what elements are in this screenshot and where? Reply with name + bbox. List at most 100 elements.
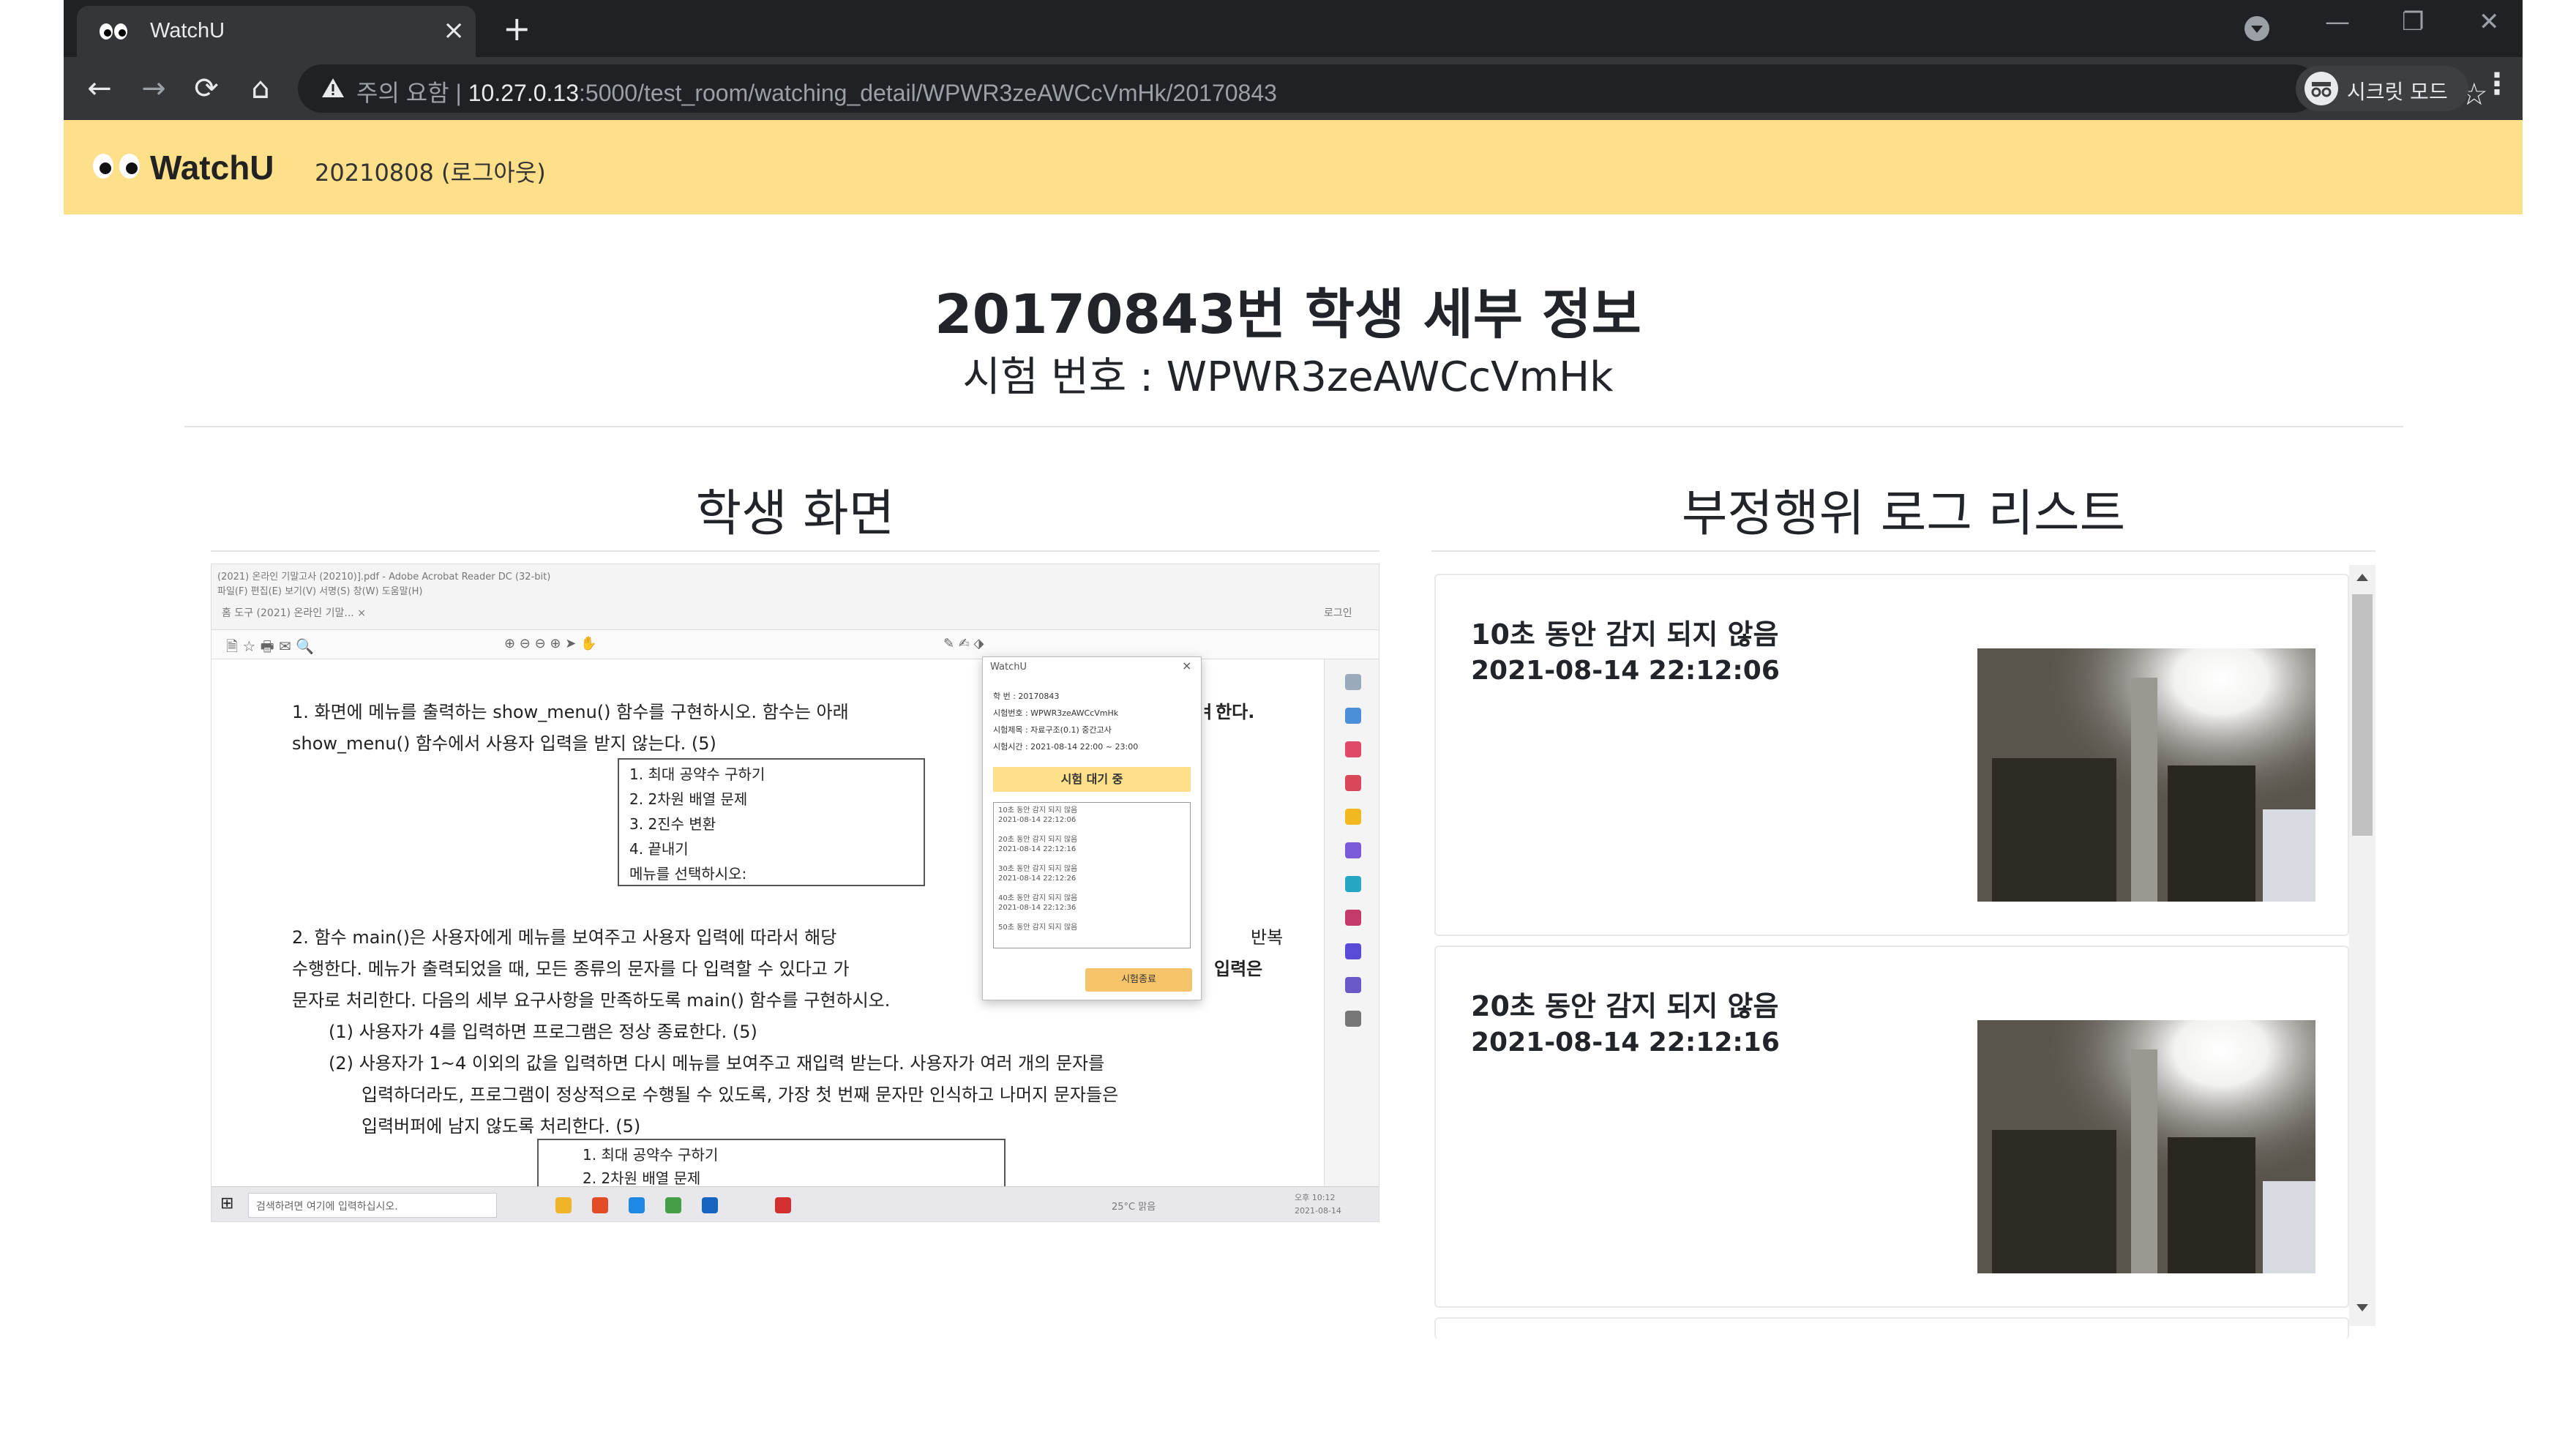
incognito-label: 시크릿 모드 [2347,80,2448,104]
doc-line: show_menu() 함수에서 사용자 입력을 받지 않는다. (5) [292,733,716,754]
log-time: 2021-08-14 22:12:16 [1471,1027,1780,1057]
tab-title: WatchU [150,19,225,42]
acrobat-toolbar: 🗎 ☆ 🖶 ✉ 🔍 ⊕ ⊖ ⊖ ⊕ ➤ ✋ ✎ ✍ ⬗ [211,630,1379,659]
acrobat-tool-icons: 🗎 ☆ 🖶 ✉ 🔍 [226,637,314,655]
acrobat-login: 로그인 [1324,607,1352,619]
doc-line: 입력버퍼에 남지 않도록 처리한다. (5) [362,1116,641,1137]
taskbar-clock: 오후 10:12 2021-08-14 [1295,1193,1341,1216]
browser-menu-icon[interactable]: ⋮ [2482,67,2512,101]
log-message: 10초 동안 감지 되지 않음 [1471,618,1779,651]
scrollbar-thumb[interactable] [2352,594,2373,836]
divider [184,426,2403,427]
popup-log-item: 2021-08-14 22:12:26 [998,875,1077,883]
acrobat-page-nav-icons: ⊕ ⊖ ⊖ ⊕ ➤ ✋ [504,636,597,651]
box-line: 3. 2진수 변환 [629,815,716,833]
popup-title: WatchU [990,662,1027,673]
log-card: 20초 동안 감지 되지 않음 2021-08-14 22:12:16 [1434,946,2349,1308]
weather-status: 25°C 맑음 [1112,1202,1156,1213]
acrobat-side-tools [1324,659,1379,1186]
popup-info-line: 시험시간 : 2021-08-14 22:00 ~ 23:00 [993,742,1139,752]
log-card [1434,1317,2349,1339]
url-path: :5000/test_room/watching_detail/WPWR3zeA… [579,80,1277,106]
doc-fragment: 입력은 [1214,959,1263,979]
page-title: 20170843번 학생 세부 정보 [935,283,1641,346]
doc-line: 수행한다. 메뉴가 출력되었을 때, 모든 종류의 문자를 다 입력할 수 있다… [292,959,850,979]
windows-start-icon: ⊞ [220,1194,234,1213]
menu-example-box: 1. 최대 공약수 구하기 2. 2차원 배열 문제 3. 2진수 변환 4. … [618,758,925,886]
logout-link[interactable]: 20210808 (로그아웃) [315,154,546,188]
student-screen-capture: (2021) 온라인 기말고사 (20210)].pdf - Adobe Acr… [211,564,1379,1222]
windows-taskbar: ⊞ 검색하려면 여기에 입력하십시오. 25°C 맑음 오후 10:12 202… [211,1186,1379,1221]
new-tab-icon[interactable]: + [503,10,531,47]
popup-log-item: 2021-08-14 22:12:16 [998,845,1077,853]
student-screen-title: 학생 화면 [695,485,895,543]
reload-icon[interactable]: ⟳ [188,70,225,107]
forward-icon[interactable]: → [135,70,172,107]
back-icon[interactable]: ← [81,70,118,107]
doc-line: (1) 사용자가 4를 입력하면 프로그램은 정상 종료한다. (5) [329,1022,757,1042]
doc-line: 1. 화면에 메뉴를 출력하는 show_menu() 함수를 구현하시오. 함… [292,702,849,722]
log-time: 2021-08-14 22:12:06 [1471,656,1780,686]
protect-icon [1345,943,1361,959]
restore-icon[interactable]: ❐ [2402,7,2424,37]
watchu-eyes-icon [100,23,127,40]
box-line: 1. 최대 공약수 구하기 [583,1146,719,1164]
acrobat-comment-icons: ✎ ✍ ⬗ [943,636,984,651]
popup-log-item: 2021-08-14 22:12:06 [998,816,1077,824]
divider [1431,550,2375,552]
export-pdf-icon [1345,708,1361,724]
scroll-up-icon[interactable] [2356,574,2368,581]
popup-log-item: 20초 동안 감지 되지 않음 [998,836,1078,844]
warning-icon [322,78,344,97]
edge-icon [629,1197,645,1213]
log-message: 20초 동안 감지 되지 않음 [1471,990,1779,1022]
sign-icon [1345,977,1361,993]
chrome-icon [592,1197,608,1213]
watchu-eyes-icon [93,154,140,179]
popup-log-item: 40초 동안 감지 되지 않음 [998,894,1078,902]
doc-line: 입력하더라도, 프로그램이 정상적으로 수행될 수 있도록, 가장 첫 번째 문… [362,1085,1119,1105]
exam-number: 시험 번호 : WPWR3zeAWCcVmHk [962,353,1614,401]
log-list-scrollbar[interactable] [2349,565,2375,1326]
acrobat-menu: 파일(F) 편집(E) 보기(V) 서명(S) 창(W) 도움말(H) [217,586,423,597]
doc-line: (2) 사용자가 1~4 이외의 값을 입력하면 다시 메뉴를 보여주고 재입력… [329,1053,1105,1074]
home-icon[interactable]: ⌂ [242,70,279,107]
exam-status-badge: 시험 대기 중 [993,767,1191,792]
browser-tab[interactable]: WatchU × [77,6,476,57]
close-icon: × [1182,659,1192,673]
popup-info-line: 시험번호 : WPWR3zeAWCcVmHk [993,708,1119,718]
doc-line: 문자로 처리한다. 다음의 세부 요구사항을 만족하도록 main() 함수를 … [292,990,891,1011]
log-card: 10초 동안 감지 되지 않음 2021-08-14 22:12:06 [1434,574,2349,936]
incognito-chip[interactable]: 시크릿 모드 [2296,66,2468,111]
organize-icon [1345,876,1361,892]
close-window-icon[interactable]: ✕ [2479,7,2500,37]
scroll-down-icon[interactable] [2356,1304,2368,1311]
close-tab-icon[interactable]: × [443,16,465,45]
doc-line: 2. 함수 main()은 사용자에게 메뉴를 보여주고 사용자 입력에 따라서… [292,927,837,948]
doc-fragment: 반복 [1251,927,1284,948]
create-pdf-icon [1345,775,1361,791]
box-line: 메뉴를 선택하시오: [629,865,747,883]
popup-log-item: 10초 동안 감지 되지 않음 [998,806,1078,815]
address-bar[interactable]: 주의 요함 | 10.27.0.13:5000/test_room/watchi… [298,64,2488,113]
security-warning: 주의 요함 [356,80,449,106]
explorer-icon [555,1197,572,1213]
acrobat-titlebar: (2021) 온라인 기말고사 (20210)].pdf - Adobe Acr… [211,564,1379,630]
comment-icon [1345,809,1361,825]
fill-sign-icon [1345,910,1361,926]
zoom-icon [1345,674,1361,690]
box-line: 4. 끝내기 [629,840,689,858]
brand-logo[interactable]: WatchU [150,148,274,187]
popup-log-item: 2021-08-14 22:12:36 [998,904,1077,912]
app-icon [665,1197,681,1213]
minimize-icon[interactable]: — [2325,7,2350,37]
acrobat-icon [775,1197,791,1213]
edit-pdf-icon [1345,741,1361,757]
box-line: 1. 최대 공약수 구하기 [629,765,765,783]
acrobat-window-title: (2021) 온라인 기말고사 (20210)].pdf - Adobe Acr… [217,572,551,583]
tab-search-icon[interactable] [2244,16,2269,41]
popup-info-line: 학 번 : 20170843 [993,692,1060,701]
popup-info-line: 시험제목 : 자료구조(0.1) 중간고사 [993,725,1112,735]
url-host: 10.27.0.13 [468,80,579,106]
incognito-icon [2304,72,2338,105]
